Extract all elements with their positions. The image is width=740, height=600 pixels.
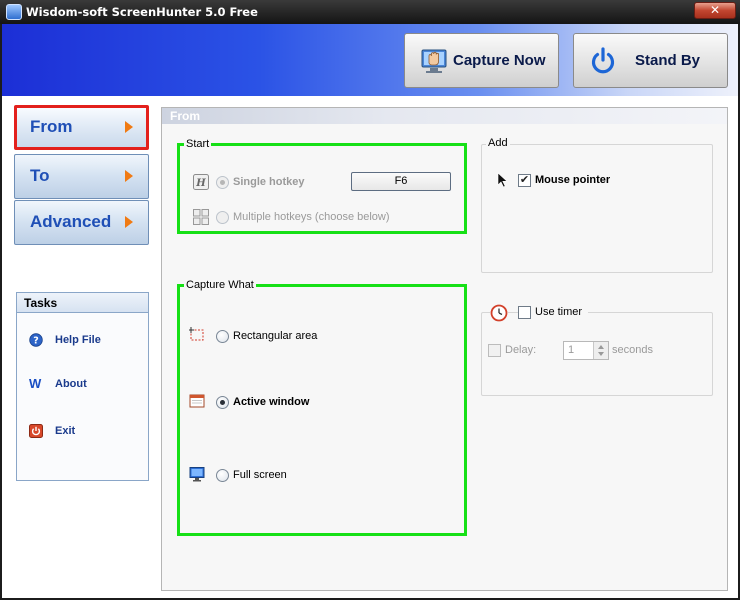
exit-icon (29, 424, 43, 438)
capture-what-group: Capture What Rectangular area Active win… (177, 279, 467, 536)
svg-text:H: H (195, 178, 206, 189)
nav-from-button[interactable]: From (14, 105, 149, 150)
mouse-pointer-icon (497, 172, 508, 188)
multiple-hotkeys-label: Multiple hotkeys (choose below) (233, 211, 390, 223)
full-screen-icon (189, 467, 205, 482)
tasks-title: Tasks (17, 293, 148, 313)
nav-to-label: To (30, 166, 50, 185)
from-panel: From Start H Single hotkey F6 Multiple h… (161, 107, 728, 591)
arrow-right-icon (125, 170, 133, 182)
use-timer-option[interactable]: Use timer (518, 305, 588, 321)
use-timer-label: Use timer (535, 306, 583, 318)
window-title: Wisdom-soft ScreenHunter 5.0 Free (26, 5, 258, 19)
task-exit-label: Exit (55, 425, 76, 437)
active-window-radio[interactable] (216, 396, 229, 409)
nav-advanced-label: Advanced (30, 212, 112, 231)
start-group-title: Start (184, 138, 212, 150)
hotkey-icon: H (193, 174, 209, 190)
client-area: Capture Now Stand By From To Advanced Ta… (2, 24, 738, 598)
start-group: Start H Single hotkey F6 Multiple hotkey… (177, 138, 467, 234)
seconds-label: seconds (612, 344, 653, 356)
panel-title: From (162, 108, 727, 124)
mouse-pointer-checkbox[interactable]: ✔ (518, 174, 531, 187)
rectangular-area-icon (189, 327, 204, 341)
delay-spinner[interactable]: 1 (563, 341, 609, 360)
mouse-pointer-option[interactable]: ✔ Mouse pointer (518, 173, 648, 189)
capture-now-label: Capture Now (453, 52, 546, 69)
task-help-label: Help File (55, 334, 101, 346)
tasks-panel: Tasks ? Help File W About Exit (16, 292, 149, 481)
left-navigation: From To Advanced Tasks ? Help File W Abo… (2, 96, 160, 598)
active-window-icon (189, 394, 205, 408)
nav-to-button[interactable]: To (14, 154, 149, 199)
help-icon: ? (29, 333, 43, 347)
active-window-label: Active window (233, 396, 310, 408)
app-icon (6, 4, 22, 20)
delay-value: 1 (568, 344, 575, 356)
arrow-right-icon (125, 121, 133, 133)
capture-what-title: Capture What (184, 279, 256, 291)
nav-advanced-button[interactable]: Advanced (14, 200, 149, 245)
single-hotkey-option[interactable]: Single hotkey (216, 175, 326, 191)
multiple-hotkeys-icon (193, 209, 209, 225)
add-group: Add ✔ Mouse pointer (481, 137, 713, 273)
multiple-hotkeys-radio[interactable] (216, 211, 229, 224)
header-banner: Capture Now Stand By (2, 24, 738, 96)
rectangular-area-option[interactable]: Rectangular area (216, 329, 346, 345)
close-button[interactable]: ✕ (694, 2, 736, 19)
mouse-pointer-label: Mouse pointer (535, 174, 611, 186)
single-hotkey-radio[interactable] (216, 176, 229, 189)
rectangular-area-radio[interactable] (216, 330, 229, 343)
rectangular-area-label: Rectangular area (233, 330, 318, 342)
nav-from-label: From (30, 117, 73, 136)
title-bar: Wisdom-soft ScreenHunter 5.0 Free ✕ (0, 0, 740, 24)
full-screen-radio[interactable] (216, 469, 229, 482)
use-timer-checkbox[interactable] (518, 306, 531, 319)
delay-spinner-row: 1 seconds (482, 341, 702, 360)
task-about-label: About (55, 378, 87, 390)
multiple-hotkeys-option[interactable]: Multiple hotkeys (choose below) (216, 210, 416, 226)
capture-now-button[interactable]: Capture Now (404, 33, 559, 88)
arrow-right-icon (125, 216, 133, 228)
svg-text:?: ? (33, 336, 39, 347)
single-hotkey-label: Single hotkey (233, 176, 305, 188)
stand-by-label: Stand By (635, 52, 701, 69)
full-screen-label: Full screen (233, 469, 287, 481)
full-screen-option[interactable]: Full screen (216, 468, 346, 484)
timer-group: Use timer Delay: 1 seconds (481, 304, 713, 396)
close-icon: ✕ (709, 3, 721, 17)
spinner-arrows-icon[interactable] (593, 342, 608, 359)
hand-monitor-icon (421, 49, 447, 73)
active-window-option[interactable]: Active window (216, 395, 346, 411)
power-icon (591, 47, 615, 74)
hotkey-f6-button[interactable]: F6 (351, 172, 451, 191)
about-icon: W (29, 376, 42, 391)
clock-icon (490, 304, 508, 322)
add-group-title: Add (486, 137, 510, 149)
stand-by-button[interactable]: Stand By (573, 33, 728, 88)
